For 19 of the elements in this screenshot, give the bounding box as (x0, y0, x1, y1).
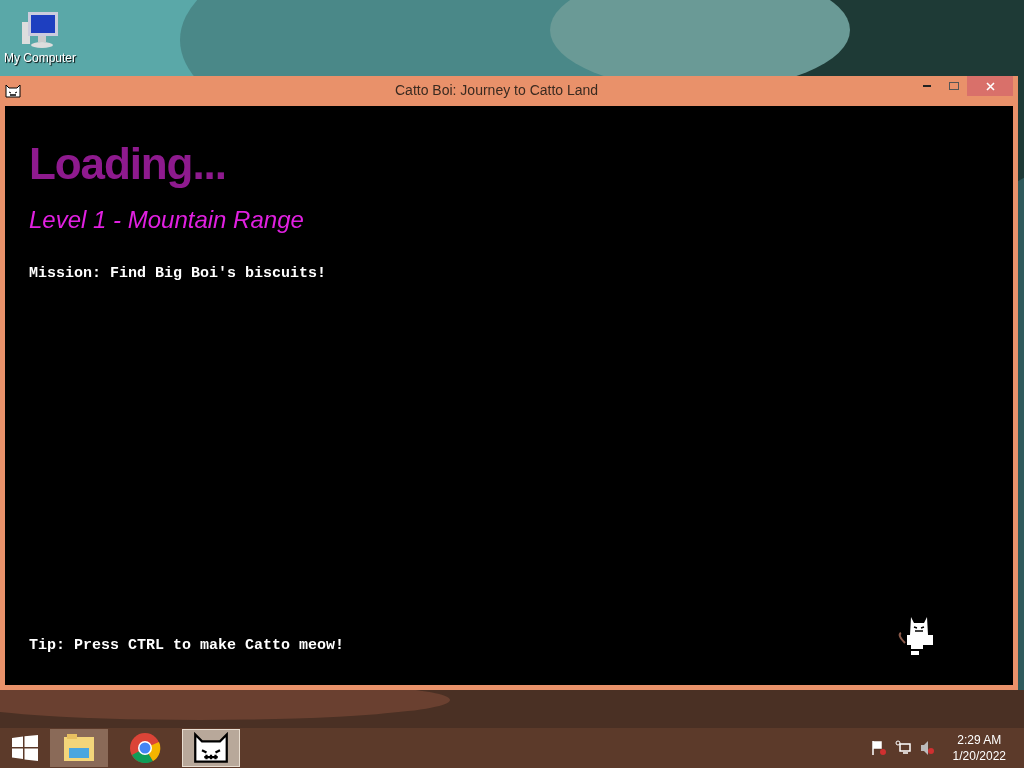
maximize-icon (948, 82, 959, 90)
level-name: Level 1 - Mountain Range (29, 208, 304, 232)
folder-icon (63, 734, 95, 762)
mission-text: Mission: Find Big Boi's biscuits! (29, 266, 327, 281)
speaker-muted-icon[interactable] (918, 740, 935, 756)
close-icon (985, 81, 995, 91)
network-icon[interactable] (894, 740, 911, 756)
tip-text: Tip: Press CTRL to make Catto meow! (29, 638, 345, 653)
loading-heading: Loading... (29, 142, 226, 186)
browser-icon (129, 732, 161, 764)
clock-time[interactable]: 2:29 AM (957, 732, 1002, 748)
taskbar-app[interactable] (182, 729, 240, 767)
minimize-icon (922, 85, 931, 87)
cat-icon (193, 732, 229, 764)
clock-date[interactable]: 1/20/2022 (952, 748, 1006, 764)
window-title: Catto Boi: Journey to Catto Land (395, 83, 599, 97)
app-icon (5, 84, 21, 98)
flag-icon[interactable] (870, 740, 887, 756)
windows-logo-icon (12, 735, 38, 761)
